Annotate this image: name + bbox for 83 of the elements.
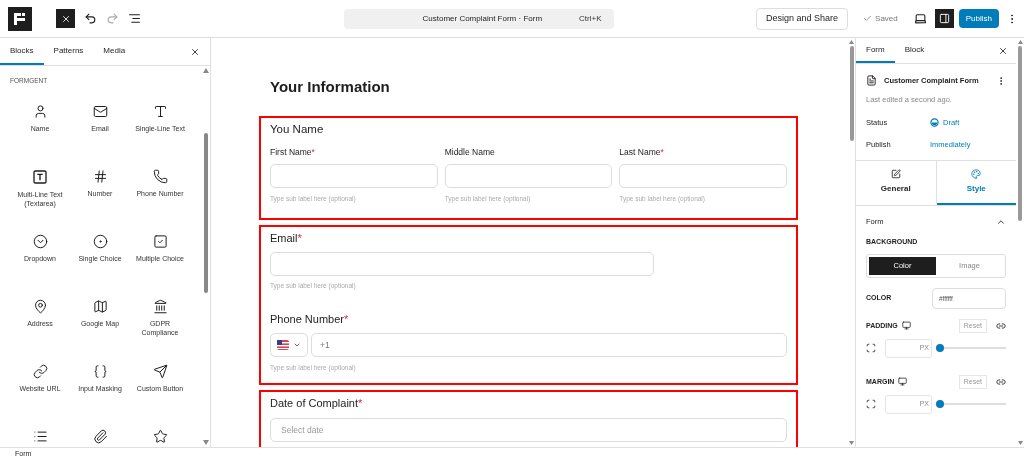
inserter-tab[interactable]: Patterns [43,38,94,65]
close-icon [60,13,71,24]
settings-tab[interactable]: Form [856,38,895,63]
required-mark: * [660,145,664,158]
slider-thumb[interactable] [936,344,944,353]
paper-plane-icon [152,363,168,379]
scroll-up-icon[interactable] [849,40,854,44]
publish-button[interactable]: Publish [958,9,999,28]
envelope-icon [92,103,108,119]
monitor-icon[interactable] [898,377,908,387]
close-icon[interactable] [190,46,200,57]
box-sides-icon [866,343,876,354]
scroll-down-icon[interactable] [849,441,854,445]
section-heading: Your Information [269,77,391,97]
form-block[interactable]: Date of Complaint* Select date [259,390,798,447]
paperclip-icon [92,428,108,444]
field-label: Date of Complaint [270,396,359,411]
phone-input[interactable]: +1 [311,333,787,358]
field-label: Middle Name [444,145,495,158]
saved-status: Saved [875,12,898,25]
settings-toggle[interactable] [934,9,954,28]
document-icon [866,75,877,87]
laptop-icon[interactable] [913,12,927,25]
scroll-down-icon[interactable] [1017,441,1023,445]
monitor-icon[interactable] [901,321,911,331]
text-input[interactable] [619,163,787,188]
phone-icon [152,168,168,184]
scrollbar[interactable] [1016,38,1024,447]
link-icon [32,363,48,379]
box-sides-icon [866,399,876,410]
landmark-icon [152,298,168,314]
radio-icon [92,233,108,249]
required-mark: * [311,145,315,158]
email-input[interactable] [270,252,654,276]
letter-t-icon [152,103,168,119]
scroll-down-icon[interactable] [203,440,209,445]
text-input[interactable] [270,163,438,188]
field-label: Email [270,230,298,246]
close-icon[interactable] [998,45,1008,56]
settings-tab[interactable]: Block [894,38,935,63]
edit-icon [890,169,901,179]
list-view-icon[interactable] [128,12,141,25]
field-label: First Name [270,145,312,158]
scroll-up-icon[interactable] [1017,40,1023,44]
map-pin-icon [32,298,48,314]
slider-thumb[interactable] [936,400,944,409]
half-circle-icon [930,117,939,127]
app-logo[interactable] [8,6,32,31]
text-input[interactable] [444,163,613,188]
inserter-tab[interactable]: Media [93,38,136,65]
link-icon[interactable] [996,320,1006,331]
required-mark: * [297,230,302,246]
required-mark: * [344,311,349,327]
checkbox-icon [152,233,168,249]
field-label: Last Name [619,145,661,158]
field-label: You Name [270,121,325,137]
chevron-circle-icon [32,233,48,249]
command-bar[interactable]: Customer Complaint Form · Form Ctrl+K [343,8,614,29]
map-icon [92,298,108,314]
scrollbar[interactable] [848,38,855,447]
sidebar-panel-icon [938,13,950,24]
scrollbar[interactable] [202,66,210,447]
list-icon [32,428,48,444]
person-icon [32,103,48,119]
close-inserter-button[interactable] [56,9,75,28]
link-icon[interactable] [996,376,1006,387]
country-select[interactable] [270,333,308,358]
date-input[interactable]: Select date [270,417,787,442]
panel-tab[interactable]: General [856,161,937,205]
inserter-tab[interactable]: Blocks [0,38,44,65]
star-icon [152,428,168,444]
panel-tab[interactable]: Style [936,161,1016,205]
design-and-share-button[interactable]: Design and Share [756,7,849,30]
palette-icon [971,169,982,179]
check-icon [863,14,873,23]
boxed-t-icon [32,168,48,185]
scroll-up-icon[interactable] [203,68,209,73]
required-mark: * [358,396,363,411]
hash-icon [92,168,108,184]
undo-icon[interactable] [84,12,97,25]
field-label: Phone Number [270,311,344,327]
flag-icon [277,340,289,351]
braces-icon [92,363,108,379]
